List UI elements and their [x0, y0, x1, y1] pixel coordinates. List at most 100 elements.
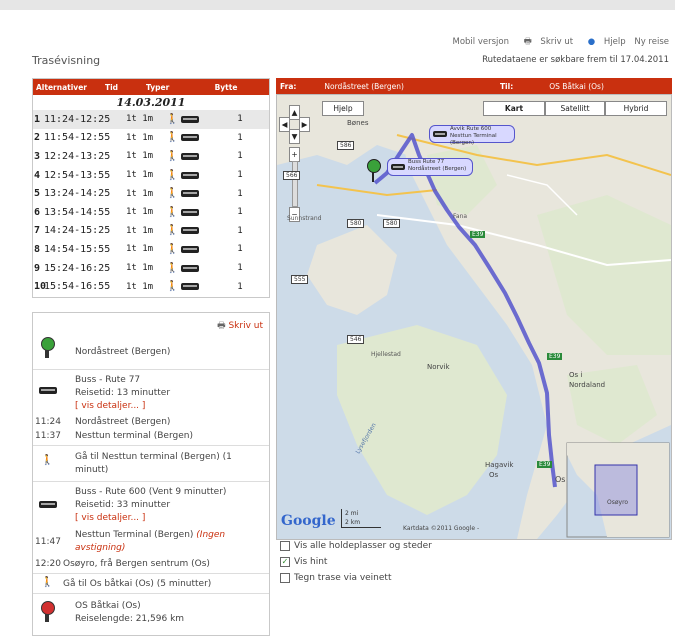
alt-duration: 1t 1m [126, 151, 154, 162]
bus-icon [39, 387, 57, 394]
start-marker-icon[interactable] [367, 159, 381, 173]
bus-icon [181, 264, 200, 272]
alt-duration: 1t 1m [126, 225, 154, 236]
to-label: Til: [499, 81, 514, 91]
alt-time: 14:24-15:25 [44, 225, 111, 237]
alt-time: 14:54-15:55 [44, 243, 111, 255]
alt-types: 🚶 [166, 170, 220, 181]
alt-types: 🚶 [166, 132, 220, 143]
stop-tooltip-nesttun[interactable]: Avvik Rute 600 Nesttun Terminal (Bergen) [429, 125, 515, 146]
alt-time: 12:54-13:55 [44, 169, 111, 181]
bubble1-line2: Nesttun Terminal (Bergen) [450, 133, 497, 146]
road-shield: 566 [283, 171, 301, 180]
option-show-hints[interactable]: ✓ Vis hint [280, 557, 327, 567]
road-shield-e39: E39 [537, 461, 553, 468]
walk-icon: 🚶 [41, 455, 54, 466]
alt-types: 🚶 [166, 263, 220, 274]
alternative-row[interactable]: 3 12:24-13:25 1t 1m 🚶 1 [33, 147, 269, 166]
alternative-row[interactable]: 6 13:54-14:55 1t 1m 🚶 1 [33, 203, 269, 222]
alt-changes: 1 [237, 244, 243, 255]
alt-types: 🚶 [166, 188, 220, 199]
alternative-row[interactable]: 4 12:54-13:55 1t 1m 🚶 1 [33, 166, 269, 185]
alt-types: 🚶 [166, 281, 220, 292]
place-label-osoyro: Osøyro [607, 499, 629, 506]
option-label: Tegn trase via veinett [294, 573, 392, 583]
dep2-place: Nesttun Terminal (Bergen) [75, 530, 194, 540]
stop-tooltip-nordas[interactable]: Buss Rute 77 Nordåstreet (Bergen) [387, 158, 473, 176]
place-label-hjellestad: Hjellestad [371, 351, 401, 358]
zoom-slider[interactable] [292, 161, 298, 207]
alt-time: 11:24-12:25 [44, 113, 111, 125]
zoom-in-button[interactable]: + [289, 147, 300, 162]
from-label: Fra: [280, 81, 297, 91]
header-changes: Bytte [214, 82, 238, 92]
alt-types: 🚶 [166, 151, 220, 162]
scale-miles: 2 mi [345, 510, 359, 517]
alt-duration: 1t 1m [126, 188, 154, 199]
map-help-button[interactable]: Hjelp [322, 101, 364, 116]
walk-icon: 🚶 [166, 281, 179, 293]
bus1-details-link[interactable]: [ vis detaljer... ] [75, 401, 145, 411]
dep2-time: 11:47 [35, 537, 61, 547]
option-label: Vis alle holdeplasser og steder [294, 541, 432, 551]
option-show-all-stops[interactable]: Vis alle holdeplasser og steder [280, 541, 432, 551]
bus-icon [181, 208, 200, 216]
start-marker-pole [372, 172, 374, 182]
place-label-hagavik: Hagavik [485, 461, 514, 469]
alternative-row[interactable]: 7 14:24-15:25 1t 1m 🚶 1 [33, 222, 269, 241]
map-type-hybrid-button[interactable]: Hybrid [605, 101, 667, 116]
map-canvas[interactable] [277, 95, 671, 539]
alternative-row[interactable]: 1 11:24-12:25 1t 1m 🚶 1 [33, 110, 269, 129]
road-shield: 555 [291, 275, 309, 284]
mobile-version-link[interactable]: Mobil versjon [452, 37, 509, 47]
alternative-row[interactable]: 2 11:54-12:55 1t 1m 🚶 1 [33, 129, 269, 148]
checkbox-draw-route[interactable] [280, 573, 290, 583]
bus2-title: Buss - Rute 600 (Vent 9 minutter) [75, 487, 227, 497]
checkbox-show-all-stops[interactable] [280, 541, 290, 551]
walk-icon: 🚶 [166, 150, 179, 162]
print-link[interactable]: 🖶 Skriv ut [518, 37, 573, 47]
road-shield-e39: E39 [470, 231, 486, 238]
alt-number: 1 [34, 113, 41, 125]
page-title: Trasévisning [32, 54, 101, 67]
bus-icon [181, 245, 200, 253]
dep1-time: 11:24 [35, 417, 61, 427]
place-label-sunnstrand: Sunnstrand [287, 215, 322, 222]
details-print-link[interactable]: 🖶 Skriv ut [217, 318, 263, 334]
route-map[interactable]: ▲ ◀ ▶ ▼ + − Hjelp Kart Satellitt Hybrid … [276, 94, 672, 540]
bubble2-line1: Buss Rute 77 [408, 159, 445, 165]
bus-icon [181, 115, 200, 123]
road-shield: 580 [383, 219, 401, 228]
step-end: OS Båtkai (Os) Reiselengde: 21,596 km [33, 597, 269, 633]
alternative-row[interactable]: 9 15:24-16:25 1t 1m 🚶 1 [33, 259, 269, 278]
alt-number: 7 [34, 225, 41, 237]
printer-icon: 🖶 [523, 37, 532, 47]
alternative-row[interactable]: 10 15:54-16:55 1t 1m 🚶 1 [33, 277, 269, 296]
new-trip-link[interactable]: Ny reise [634, 37, 669, 47]
alt-time: 15:24-16:25 [44, 262, 111, 274]
alt-number: 9 [34, 262, 41, 274]
bus2-details-link[interactable]: [ vis detaljer... ] [75, 513, 145, 523]
route-data-note: Rutedataene er søkbare frem til 17.04.20… [482, 55, 669, 65]
pan-right-button[interactable]: ▶ [299, 117, 310, 132]
help-link[interactable]: ● Hjelp [582, 37, 626, 47]
bus-icon [181, 171, 200, 179]
option-draw-route-via-roads[interactable]: Tegn trase via veinett [280, 573, 391, 583]
pan-down-button[interactable]: ▼ [289, 129, 300, 144]
alternatives-date: 14.03.2011 [116, 96, 186, 109]
alt-number: 8 [34, 243, 41, 255]
checkbox-show-hints[interactable]: ✓ [280, 557, 290, 567]
alternatives-header: Alternativer Tid Typer Bytte [33, 79, 269, 95]
bus-icon [39, 501, 57, 508]
alt-changes: 1 [237, 132, 243, 143]
trip-length: Reiselengde: 21,596 km [75, 614, 185, 624]
dep1-place: Nordåstreet (Bergen) [75, 417, 171, 427]
from-value: Nordåstreet (Bergen) [324, 81, 404, 91]
alt-number: 3 [34, 150, 41, 162]
map-type-satellite-button[interactable]: Satellitt [545, 101, 605, 116]
bus1-travel-time: Reisetid: 13 minutter [75, 388, 171, 398]
alternative-row[interactable]: 8 14:54-15:55 1t 1m 🚶 1 [33, 240, 269, 259]
alt-changes: 1 [237, 263, 243, 274]
map-type-map-button[interactable]: Kart [483, 101, 545, 116]
alternative-row[interactable]: 5 13:24-14:25 1t 1m 🚶 1 [33, 184, 269, 203]
